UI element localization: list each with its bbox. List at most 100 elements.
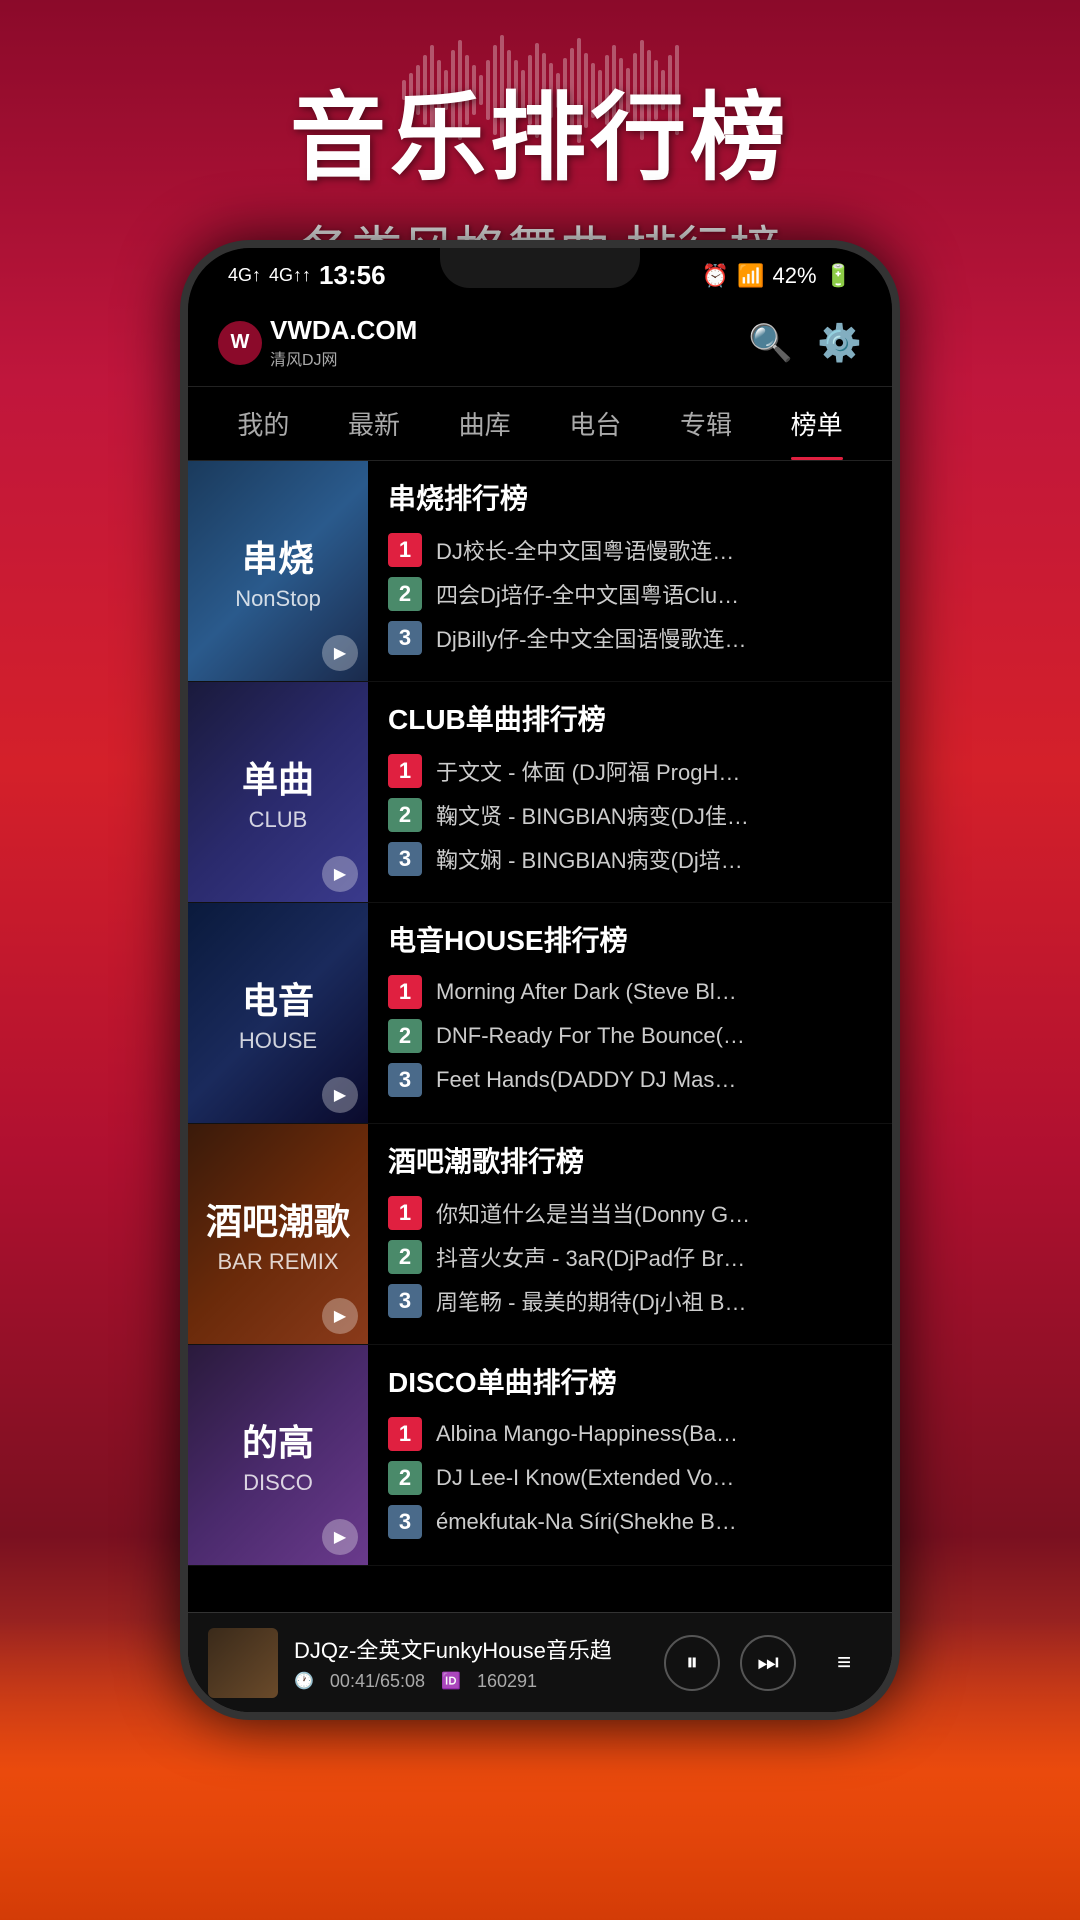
track-name: Albina Mango-Happiness(Ba… (436, 1421, 738, 1447)
track-name: 于文文 - 体面 (DJ阿福 ProgH… (436, 755, 740, 787)
chart-title-3: 电音HOUSE排行榜 (388, 919, 872, 959)
chart-track[interactable]: 3 鞠文娴 - BINGBIAN病变(Dj培… (388, 842, 872, 876)
chart-track[interactable]: 2 DJ Lee-I Know(Extended Vo… (388, 1461, 872, 1495)
chart-info-4: 酒吧潮歌排行榜1你知道什么是当当当(Donny G…2抖音火女声 - 3aR(D… (368, 1124, 892, 1344)
track-name: DJ校长-全中文国粤语慢歌连… (436, 534, 734, 566)
track-name: 四会Dj培仔-全中文国粤语Clu… (436, 578, 739, 610)
chart-track[interactable]: 1Albina Mango-Happiness(Ba… (388, 1417, 872, 1451)
chart-info-5: DISCO单曲排行榜 1Albina Mango-Happiness(Ba… 2 DJ… (368, 1345, 892, 1565)
chart-thumbnail-1[interactable]: 串烧 NonStop▶ (188, 461, 368, 681)
rank-badge-1: 1 (388, 975, 422, 1009)
chart-thumb-title-2: 单曲 (242, 751, 314, 803)
track-name: Feet Hands(DADDY DJ Mas… (436, 1067, 736, 1093)
app-header: W VWDA.COM 清风DJ网 🔍 ⚙️ (188, 299, 892, 387)
chart-track[interactable]: 1 Morning After Dark (Steve Bl… (388, 975, 872, 1009)
player-thumbnail[interactable] (208, 1628, 278, 1698)
player-meta: 🕐 00:41/65:08 🆔 160291 (294, 1671, 648, 1692)
chart-track[interactable]: 1 你知道什么是当当当(Donny G… (388, 1196, 872, 1230)
tab-album[interactable]: 专辑 (680, 387, 732, 460)
chart-track[interactable]: 2 鞠文贤 - BINGBIAN病变(DJ佳… (388, 798, 872, 832)
rank-badge-3: 3 (388, 1063, 422, 1097)
rank-badge-2: 2 (388, 577, 422, 611)
tab-library[interactable]: 曲库 (459, 387, 511, 460)
track-name: Morning After Dark (Steve Bl… (436, 979, 737, 1005)
search-icon[interactable]: 🔍 (748, 322, 793, 364)
pause-button[interactable]: ⏸ (664, 1635, 720, 1691)
chart-play-btn-2[interactable]: ▶ (322, 856, 358, 892)
nav-tabs: 我的 最新 曲库 电台 专辑 榜单 (188, 387, 892, 461)
signal-icon-1: 4G↑ (228, 265, 261, 286)
chart-section-2[interactable]: 单曲CLUB▶CLUB单曲排行榜1于文文 - 体面 (DJ阿福 ProgH…2鞠… (188, 682, 892, 903)
chart-track[interactable]: 2DNF-Ready For The Bounce(… (388, 1019, 872, 1053)
track-name: DJ Lee-I Know(Extended Vo… (436, 1465, 734, 1491)
chart-play-btn-3[interactable]: ▶ (322, 1077, 358, 1113)
rank-badge-3: 3 (388, 1505, 422, 1539)
chart-thumb-title-1: 串烧 (242, 530, 314, 582)
chart-section-3[interactable]: 电音 HOUSE▶ 电音HOUSE排行榜 1 Morning After Dark (S… (188, 903, 892, 1124)
rank-badge-3: 3 (388, 842, 422, 876)
chart-track[interactable]: 2 四会Dj培仔-全中文国粤语Clu… (388, 577, 872, 611)
signal-icon-2: 4G↑↑ (269, 265, 311, 286)
chart-track[interactable]: 1 于文文 - 体面 (DJ阿福 ProgH… (388, 754, 872, 788)
tab-mine[interactable]: 我的 (237, 387, 289, 460)
chart-play-btn-5[interactable]: ▶ (322, 1519, 358, 1555)
chart-track[interactable]: 1DJ校长-全中文国粤语慢歌连… (388, 533, 872, 567)
chart-track[interactable]: 2 抖音火女声 - 3aR(DjPad仔 Br… (388, 1240, 872, 1274)
chart-track[interactable]: 3 Feet Hands(DADDY DJ Mas… (388, 1063, 872, 1097)
tab-latest[interactable]: 最新 (348, 387, 400, 460)
chart-play-btn-4[interactable]: ▶ (322, 1298, 358, 1334)
rank-badge-1: 1 (388, 1196, 422, 1230)
chart-thumbnail-3[interactable]: 电音 HOUSE▶ (188, 903, 368, 1123)
track-name: 鞠文娴 - BINGBIAN病变(Dj培… (436, 843, 743, 875)
chart-info-1: 串烧排行榜 1DJ校长-全中文国粤语慢歌连… 2 四会Dj培仔-全中文国粤语Clu… 3… (368, 461, 892, 681)
chart-title-1: 串烧排行榜 (388, 477, 872, 517)
hero-title: 音乐排行榜 (0, 60, 1080, 199)
rank-badge-3: 3 (388, 621, 422, 655)
track-name: 你知道什么是当当当(Donny G… (436, 1197, 750, 1229)
rank-badge-2: 2 (388, 1019, 422, 1053)
logo-subtitle: 清风DJ网 (270, 346, 417, 370)
chart-track[interactable]: 3 周笔畅 - 最美的期待(Dj小祖 B… (388, 1284, 872, 1318)
chart-thumb-title-3: 电音 (242, 972, 314, 1024)
track-name: 抖音火女声 - 3aR(DjPad仔 Br… (436, 1241, 745, 1273)
status-time: 13:56 (319, 260, 386, 291)
chart-track[interactable]: 3DjBilly仔-全中文全国语慢歌连… (388, 621, 872, 655)
chart-section-1[interactable]: 串烧 NonStop▶ 串烧排行榜 1DJ校长-全中文国粤语慢歌连… 2 四会Dj培仔-全… (188, 461, 892, 682)
chart-track[interactable]: 3 émekfutak-Na Síri(Shekhe B… (388, 1505, 872, 1539)
chart-thumb-subtitle-3: HOUSE (239, 1028, 317, 1054)
playlist-button[interactable]: ≡ (816, 1635, 872, 1691)
id-icon: 🆔 (441, 1671, 461, 1692)
battery-icon: 🔋 (825, 263, 852, 289)
clock-icon: 🕐 (294, 1671, 314, 1692)
logo-area: W VWDA.COM 清风DJ网 (218, 315, 417, 370)
track-name: émekfutak-Na Síri(Shekhe B… (436, 1509, 737, 1535)
next-button[interactable]: ⏭ (740, 1635, 796, 1691)
settings-icon[interactable]: ⚙️ (817, 322, 862, 364)
chart-thumbnail-2[interactable]: 单曲 CLUB ▶ (188, 682, 368, 902)
chart-info-2: CLUB单曲排行榜1于文文 - 体面 (DJ阿福 ProgH…2鞠文贤 - BI… (368, 682, 892, 902)
rank-badge-3: 3 (388, 1284, 422, 1318)
chart-thumb-subtitle-1: NonStop (235, 586, 321, 612)
chart-play-btn-1[interactable]: ▶ (322, 635, 358, 671)
rank-badge-2: 2 (388, 798, 422, 832)
wifi-icon: 📶 (737, 263, 764, 289)
tab-charts[interactable]: 榜单 (791, 387, 843, 460)
content-area: 串烧NonStop▶串烧排行榜1DJ校长-全中文国粤语慢歌连…2四会Dj培仔-全… (188, 461, 892, 1720)
track-name: 鞠文贤 - BINGBIAN病变(DJ佳… (436, 799, 749, 831)
chart-thumb-subtitle-2: CLUB (249, 807, 308, 833)
chart-section-4[interactable]: 酒吧潮歌BAR REMIX▶酒吧潮歌排行榜1你知道什么是当当当(Donny G…… (188, 1124, 892, 1345)
player-info: DJQz-全英文FunkyHouse音乐趋 🕐 00:41/65:08 🆔 16… (294, 1633, 648, 1692)
chart-thumbnail-5[interactable]: 的高DISCO▶ (188, 1345, 368, 1565)
rank-badge-1: 1 (388, 754, 422, 788)
chart-thumb-title-4: 酒吧潮歌 (206, 1193, 350, 1245)
tab-radio[interactable]: 电台 (569, 387, 621, 460)
rank-badge-2: 2 (388, 1240, 422, 1274)
rank-badge-2: 2 (388, 1461, 422, 1495)
phone-notch (440, 248, 640, 288)
player-title: DJQz-全英文FunkyHouse音乐趋 (294, 1633, 648, 1665)
logo-text: VWDA.COM (270, 315, 417, 346)
chart-section-5[interactable]: 的高DISCO▶ DISCO单曲排行榜 1Albina Mango-Happines… (188, 1345, 892, 1566)
track-name: 周笔畅 - 最美的期待(Dj小祖 B… (436, 1285, 746, 1317)
chart-title-5: DISCO单曲排行榜 (388, 1361, 872, 1401)
chart-thumbnail-4[interactable]: 酒吧潮歌BAR REMIX▶ (188, 1124, 368, 1344)
